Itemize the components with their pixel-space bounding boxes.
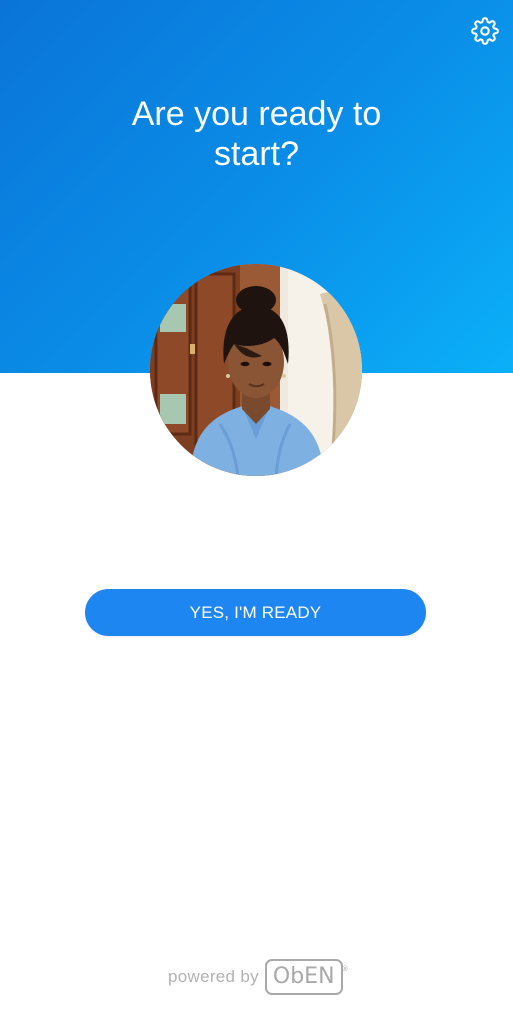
oben-logo: ObEN ® [264, 959, 349, 995]
avatar-portrait [150, 264, 362, 476]
powered-by-footer: powered by ObEN ® [168, 956, 349, 998]
powered-by-label: powered by [168, 967, 259, 986]
page-title: Are you ready to start? [131, 95, 382, 173]
registered-mark: ® [341, 965, 349, 973]
gear-icon [471, 17, 499, 45]
oben-brand-text: ObEN [272, 964, 335, 989]
ready-screen: Are you ready to start? YES, I'M READY p… [0, 0, 513, 1028]
ready-button[interactable]: YES, I'M READY [85, 589, 426, 636]
assistant-avatar [150, 264, 362, 476]
settings-button[interactable] [470, 16, 500, 46]
